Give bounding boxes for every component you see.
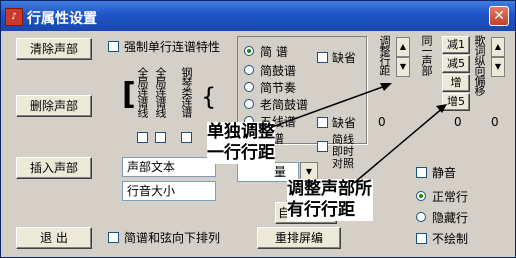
close-button[interactable]: ✕ bbox=[489, 6, 509, 26]
dialog-body: 清除声部 删除声部 插入声部 退 出 强制单行连谱特性 [ { 全局连谱线 全局… bbox=[4, 31, 512, 254]
line-properties-dialog: ♪ 行属性设置 ✕ 清除声部 删除声部 插入声部 退 出 强制单行连谱特性 [ … bbox=[0, 0, 516, 258]
arrow-line-all bbox=[353, 106, 445, 184]
title-bar[interactable]: ♪ 行属性设置 ✕ bbox=[1, 1, 515, 31]
window-title: 行属性设置 bbox=[27, 11, 97, 27]
arrow-line-single bbox=[271, 84, 389, 128]
annotation-arrows bbox=[271, 83, 447, 184]
app-icon: ♪ bbox=[5, 8, 23, 26]
